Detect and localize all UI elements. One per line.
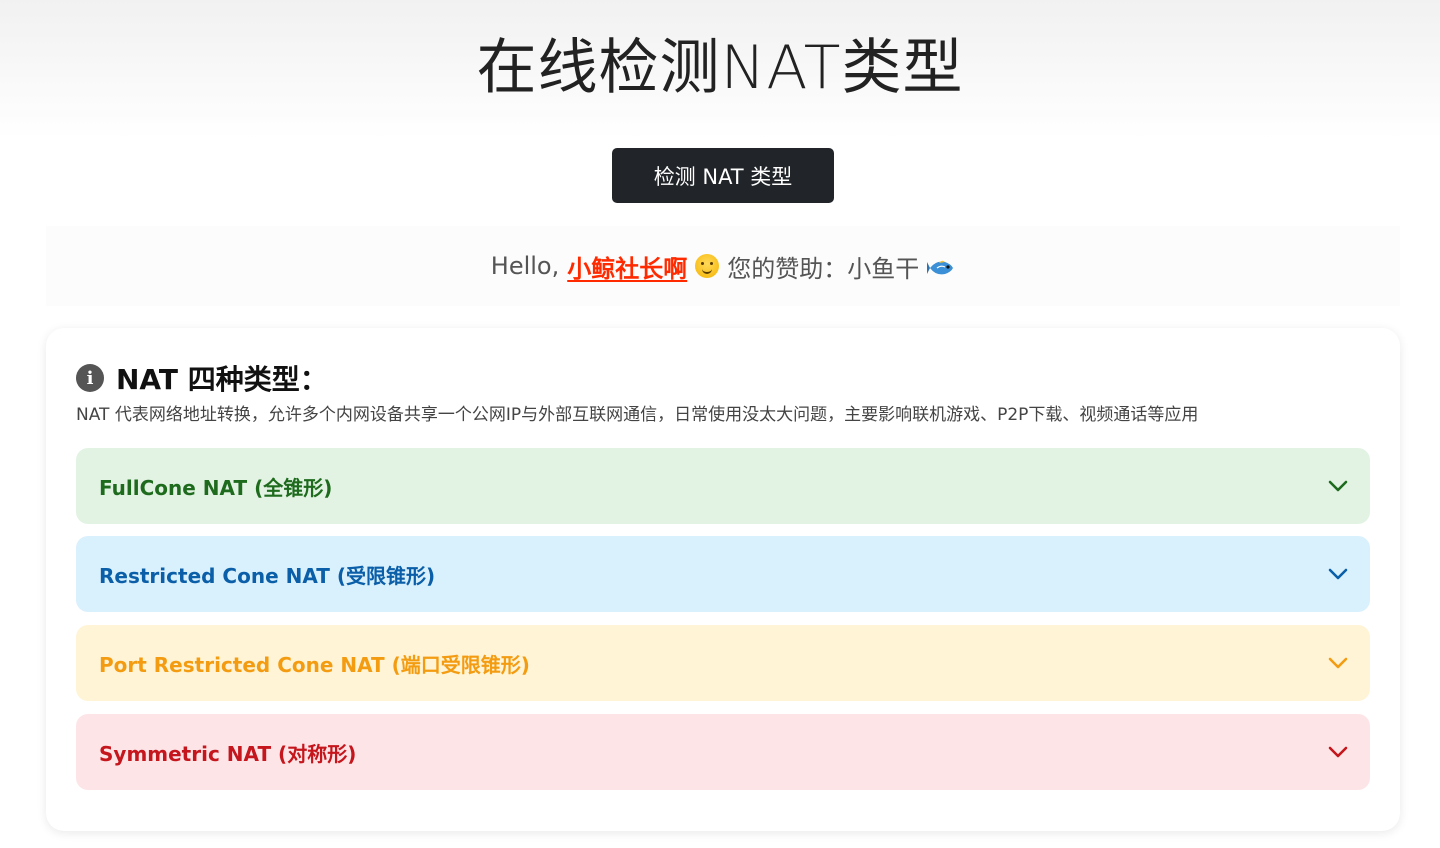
chevron-down-icon [1328, 480, 1348, 492]
accordion-label: Restricted Cone NAT (受限锥形) [99, 563, 436, 588]
username-link[interactable]: 小鲸社长啊 [567, 249, 687, 284]
sponsor-text: 您的赞助：小鱼干 [727, 254, 920, 283]
chevron-down-icon [1328, 568, 1348, 580]
accordion-fullcone-nat[interactable]: FullCone NAT (全锥形) [76, 448, 1370, 524]
accordion-restricted-cone-nat[interactable]: Restricted Cone NAT (受限锥形) [76, 536, 1370, 612]
accordion-port-restricted-cone-nat[interactable]: Port Restricted Cone NAT (端口受限锥形) [76, 625, 1370, 701]
detect-nat-button[interactable]: 检测 NAT 类型 [612, 148, 834, 203]
card-description: NAT 代表网络地址转换，允许多个内网设备共享一个公网IP与外部互联网通信，日常… [76, 405, 1199, 425]
accordion-label: Symmetric NAT (对称形) [99, 741, 357, 766]
accordion-label: Port Restricted Cone NAT (端口受限锥形) [99, 652, 530, 677]
chevron-down-icon [1328, 746, 1348, 758]
accordion-label: FullCone NAT (全锥形) [99, 475, 333, 500]
card-header: i NAT 四种类型： [76, 358, 328, 398]
chevron-down-icon [1328, 657, 1348, 669]
page-title: 在线检测NAT类型 [476, 33, 964, 103]
fish-icon [927, 256, 955, 276]
accordion-symmetric-nat[interactable]: Symmetric NAT (对称形) [76, 714, 1370, 790]
smiling-face-icon [695, 254, 720, 278]
nat-types-card: i NAT 四种类型： NAT 代表网络地址转换，允许多个内网设备共享一个公网I… [46, 328, 1400, 831]
greeting-prefix: Hello, [490, 252, 560, 280]
greeting-banner: Hello, 小鲸社长啊 您的赞助：小鱼干 [46, 226, 1400, 306]
info-circle-icon: i [76, 364, 104, 392]
card-title: NAT 四种类型： [116, 363, 328, 396]
page: 在线检测NAT类型 检测 NAT 类型 Hello, 小鲸社长啊 您的赞助：小鱼… [0, 0, 1440, 848]
